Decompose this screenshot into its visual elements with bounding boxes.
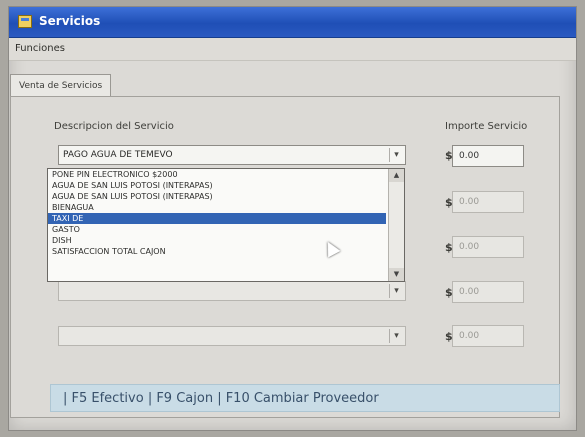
service-combo-4[interactable]: ▾ xyxy=(58,281,406,301)
chevron-down-icon[interactable]: ▾ xyxy=(389,284,403,298)
service-dropdown-list[interactable]: PONE PIN ELECTRONICO $2000 AGUA DE SAN L… xyxy=(47,168,405,282)
amount-field-1[interactable]: 0.00 xyxy=(452,145,524,167)
window-title: Servicios xyxy=(39,14,101,28)
service-combo-1[interactable]: PAGO AGUA DE TEMEVO ▾ xyxy=(58,145,406,165)
title-bar[interactable]: Servicios xyxy=(9,7,576,38)
shortcut-text: | F5 Efectivo | F9 Cajon | F10 Cambiar P… xyxy=(63,391,379,406)
menu-bar: Funciones xyxy=(9,38,576,61)
scroll-up-icon[interactable]: ▲ xyxy=(389,169,404,182)
description-label: Descripcion del Servicio xyxy=(54,121,174,132)
shortcut-bar: | F5 Efectivo | F9 Cajon | F10 Cambiar P… xyxy=(50,384,560,412)
amount-field-2[interactable]: 0.00 xyxy=(452,191,524,213)
amount-label: Importe Servicio xyxy=(445,121,528,132)
scroll-down-icon[interactable]: ▼ xyxy=(389,268,404,281)
amount-field-4[interactable]: 0.00 xyxy=(452,281,524,303)
amount-field-3[interactable]: 0.00 xyxy=(452,236,524,258)
list-item[interactable]: BIENAGUA xyxy=(48,202,386,213)
list-item[interactable]: GASTO xyxy=(48,224,386,235)
dropdown-scrollbar[interactable]: ▲ ▼ xyxy=(388,169,404,281)
menu-funciones[interactable]: Funciones xyxy=(15,43,65,54)
service-combo-5[interactable]: ▾ xyxy=(58,326,406,346)
app-icon xyxy=(18,15,32,28)
chevron-down-icon[interactable]: ▾ xyxy=(389,329,403,343)
amount-field-5[interactable]: 0.00 xyxy=(452,325,524,347)
list-item[interactable]: AGUA DE SAN LUIS POTOSI (INTERAPAS) xyxy=(48,180,386,191)
chevron-down-icon[interactable]: ▾ xyxy=(389,148,403,162)
list-item[interactable]: PONE PIN ELECTRONICO $2000 xyxy=(48,169,386,180)
list-item[interactable]: TAXI DE xyxy=(48,213,386,224)
tab-venta-servicios[interactable]: Venta de Servicios xyxy=(10,74,112,97)
service-combo-value: PAGO AGUA DE TEMEVO xyxy=(63,150,173,160)
list-item[interactable]: AGUA DE SAN LUIS POTOSI (INTERAPAS) xyxy=(48,191,386,202)
